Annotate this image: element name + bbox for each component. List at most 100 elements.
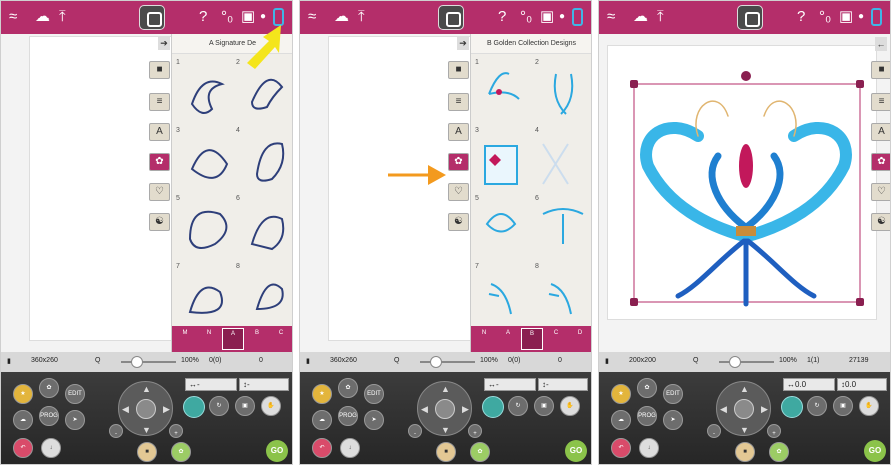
category-b[interactable]: B xyxy=(521,328,543,350)
go-button[interactable]: GO xyxy=(864,440,886,462)
category-a[interactable]: A xyxy=(497,328,519,350)
category-a[interactable]: A xyxy=(222,328,244,350)
hand-button[interactable]: ✋ xyxy=(560,396,580,416)
quilt-tab[interactable]: ♡ xyxy=(149,183,170,201)
font-tab[interactable]: A xyxy=(149,123,170,141)
designs-tab[interactable]: ✿ xyxy=(448,153,469,171)
rotate-button[interactable]: ↻ xyxy=(209,396,229,416)
hoop-area[interactable] xyxy=(607,45,877,320)
direction-pad[interactable]: ▲ ▼ ◀ ▶ xyxy=(417,381,472,436)
cloud-icon[interactable]: ☁ xyxy=(334,7,349,27)
zoom-icon[interactable]: Q xyxy=(394,357,399,364)
prog-button[interactable]: PROG xyxy=(338,406,358,426)
arrow-left-icon[interactable]: ◀ xyxy=(720,404,727,415)
design-tab[interactable]: ■ xyxy=(871,61,890,79)
design-grid[interactable]: 1 2 3 4 5 6 7 8 xyxy=(471,54,592,326)
arrow-up-icon[interactable]: ▲ xyxy=(441,384,450,394)
edit-button[interactable]: EDIT xyxy=(364,384,384,404)
scale-button[interactable]: ▣ xyxy=(534,396,554,416)
design-grid[interactable]: 1 2 3 4 5 6 7 8 xyxy=(172,54,293,326)
direction-pad[interactable]: ▲ ▼ ◀ ▶ xyxy=(716,381,771,436)
arrow-right-icon[interactable]: ➔ xyxy=(457,36,469,50)
files-tab[interactable]: ☯ xyxy=(448,213,469,231)
save-icon[interactable]: ▣ xyxy=(839,7,853,27)
scale-button[interactable]: ▣ xyxy=(833,396,853,416)
prog-button[interactable]: PROG xyxy=(637,406,657,426)
height-field[interactable]: ↕- xyxy=(538,378,588,391)
hoop-button[interactable]: ■ xyxy=(137,442,157,462)
dpad-center[interactable] xyxy=(136,399,156,419)
save-icon[interactable]: ▣ xyxy=(540,7,554,27)
category-n[interactable]: N xyxy=(198,328,220,350)
height-field[interactable]: ↕0.0 xyxy=(837,378,887,391)
toolbox-icon[interactable]: ▮ xyxy=(306,357,310,365)
arrow-right-icon[interactable]: ➔ xyxy=(158,36,170,50)
rotate-button[interactable]: ↻ xyxy=(508,396,528,416)
minus-button[interactable]: - xyxy=(109,424,123,438)
help-icon[interactable]: ? xyxy=(797,7,805,27)
arrow-right-icon[interactable]: ▶ xyxy=(163,404,170,415)
embroider-button[interactable]: ✿ xyxy=(171,442,191,462)
device-icon[interactable] xyxy=(871,8,882,26)
height-field[interactable]: ↕- xyxy=(239,378,289,391)
settings-icon[interactable]: °₀ xyxy=(819,7,831,27)
zoom-slider[interactable] xyxy=(121,361,176,363)
category-n[interactable]: N xyxy=(473,328,495,350)
favorite-button[interactable]: ★ xyxy=(611,384,631,404)
plus-button[interactable]: + xyxy=(169,424,183,438)
rotate-button[interactable]: ↻ xyxy=(807,396,827,416)
home-button[interactable] xyxy=(438,5,464,30)
category-c[interactable]: C xyxy=(545,328,567,350)
prog-button[interactable]: PROG xyxy=(39,406,59,426)
zoom-knob[interactable] xyxy=(131,356,143,368)
plus-button[interactable]: + xyxy=(468,424,482,438)
needle-button[interactable]: ↓ xyxy=(639,438,659,458)
move-button[interactable] xyxy=(482,396,504,418)
settings-icon[interactable]: °₀ xyxy=(221,7,233,27)
wifi-icon[interactable]: ≈ xyxy=(607,7,615,27)
quilt-tab[interactable]: ♡ xyxy=(448,183,469,201)
wifi-icon[interactable]: ≈ xyxy=(9,7,17,27)
cloud-icon[interactable]: ☁ xyxy=(35,7,50,27)
needle-button[interactable]: ↓ xyxy=(340,438,360,458)
width-field[interactable]: ↔- xyxy=(484,378,536,391)
hoop-size[interactable]: 360x260 xyxy=(31,357,58,364)
hoop-size[interactable]: 360x260 xyxy=(330,357,357,364)
cloud-button[interactable]: ☁ xyxy=(312,410,332,430)
category-d[interactable]: D xyxy=(569,328,591,350)
width-field[interactable]: ↔0.0 xyxy=(783,378,835,391)
selected-design[interactable] xyxy=(608,46,878,321)
undo-button[interactable]: ↶ xyxy=(312,438,332,458)
edit-button[interactable]: EDIT xyxy=(663,384,683,404)
go-button[interactable]: GO xyxy=(266,440,288,462)
scale-button[interactable]: ▣ xyxy=(235,396,255,416)
arrow-up-icon[interactable]: ▲ xyxy=(740,384,749,394)
upload-icon[interactable]: ⤒ xyxy=(358,7,365,27)
move-button[interactable] xyxy=(183,396,205,418)
toolbox-icon[interactable]: ▮ xyxy=(605,357,609,365)
design-tab[interactable]: ■ xyxy=(448,61,469,79)
arrow-up-icon[interactable]: ▲ xyxy=(142,384,151,394)
category-m[interactable]: M xyxy=(174,328,196,350)
arrow-right-icon[interactable]: ▶ xyxy=(462,404,469,415)
flower-button[interactable]: ✿ xyxy=(637,378,657,398)
zoom-slider[interactable] xyxy=(719,361,774,363)
edit-button[interactable]: EDIT xyxy=(65,384,85,404)
undo-button[interactable]: ↶ xyxy=(13,438,33,458)
arrow-left-icon[interactable]: ◀ xyxy=(122,404,129,415)
zoom-icon[interactable]: Q xyxy=(95,357,100,364)
arrow-down-icon[interactable]: ▼ xyxy=(142,425,151,435)
hand-button[interactable]: ✋ xyxy=(859,396,879,416)
hoop-size[interactable]: 200x200 xyxy=(629,357,656,364)
hoop-button[interactable]: ■ xyxy=(436,442,456,462)
stitch-tab[interactable]: ≡ xyxy=(871,93,890,111)
font-tab[interactable]: A xyxy=(448,123,469,141)
embroider-button[interactable]: ✿ xyxy=(769,442,789,462)
cloud-button[interactable]: ☁ xyxy=(13,410,33,430)
quilt-tab[interactable]: ♡ xyxy=(871,183,890,201)
stitch-tab[interactable]: ≡ xyxy=(149,93,170,111)
stitch-tab[interactable]: ≡ xyxy=(448,93,469,111)
go-button[interactable]: GO xyxy=(565,440,587,462)
move-button[interactable] xyxy=(781,396,803,418)
files-tab[interactable]: ☯ xyxy=(871,213,890,231)
